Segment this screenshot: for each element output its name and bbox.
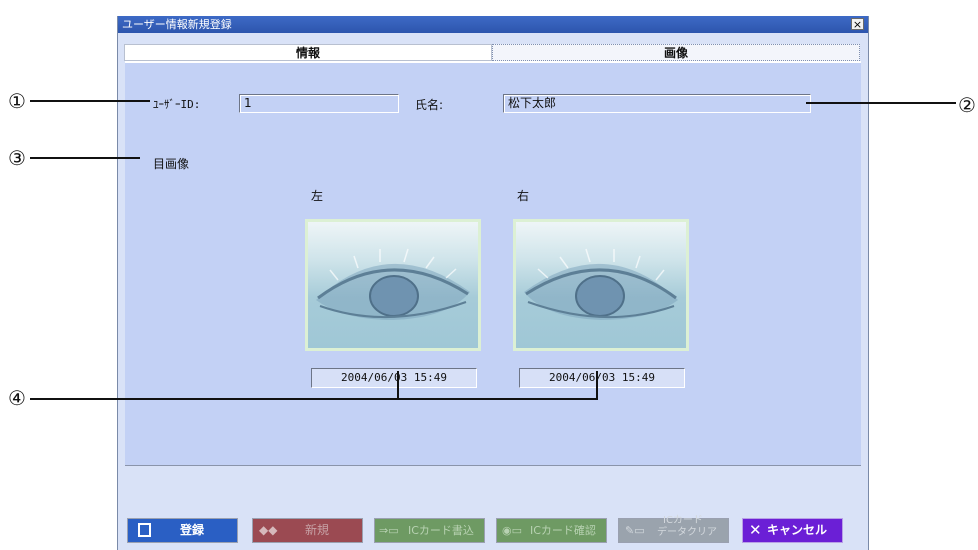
save-icon [138, 523, 151, 537]
close-button[interactable]: × [851, 18, 864, 31]
tab-image[interactable]: 画像 [492, 44, 860, 61]
name-label: 氏名: [415, 98, 444, 112]
annotation-1: ① [8, 89, 26, 113]
diamond-icon: ◆◆ [259, 523, 278, 537]
new-label: 新規 [305, 523, 330, 537]
annotation-4-leader [30, 398, 598, 400]
eye-image-label: 目画像 [153, 157, 190, 171]
eraser-icon: ✎▭ [625, 524, 645, 537]
tab-bar: 情報 画像 [124, 44, 860, 61]
ic-write-label: ICカード書込 [408, 524, 474, 537]
card-write-icon: ⇒▭ [379, 524, 399, 537]
ic-clear-label-2: データクリア [657, 527, 717, 538]
user-id-field[interactable]: 1 [239, 94, 399, 113]
name-field[interactable]: 松下太郎 [503, 94, 811, 113]
cancel-label: キャンセル [767, 523, 828, 537]
ic-write-button[interactable]: ⇒▭ ICカード書込 [374, 518, 485, 543]
left-eye-image [305, 219, 481, 351]
ic-confirm-button[interactable]: ◉▭ ICカード確認 [496, 518, 607, 543]
left-capture-date: 2004/06/03 15:49 [311, 368, 477, 388]
dialog-window: ユーザー情報新規登録 × 情報 画像 ﾕｰｻﾞｰID: 1 氏名: 松下太郎 目… [117, 16, 869, 550]
card-eye-icon: ◉▭ [502, 524, 522, 537]
register-button[interactable]: 登録 [127, 518, 238, 543]
right-capture-date: 2004/06/03 15:49 [519, 368, 685, 388]
annotation-2: ② [958, 93, 976, 117]
title-bar[interactable]: ユーザー情報新規登録 × [118, 16, 868, 33]
image-tab-panel: ﾕｰｻﾞｰID: 1 氏名: 松下太郎 目画像 左 右 2004/06/03 1… [125, 61, 861, 466]
left-eye-label: 左 [311, 189, 324, 203]
register-label: 登録 [180, 523, 205, 537]
new-button[interactable]: ◆◆ 新規 [252, 518, 363, 543]
cancel-button[interactable]: ✕ キャンセル [742, 518, 843, 543]
eye-icon [524, 248, 678, 320]
ic-clear-label-1: ICカード [663, 515, 703, 526]
ic-confirm-label: ICカード確認 [530, 524, 596, 537]
window-title: ユーザー情報新規登録 [122, 18, 232, 31]
annotation-4: ④ [8, 386, 26, 410]
close-x-icon: ✕ [749, 521, 762, 539]
eye-icon [316, 248, 470, 320]
ic-clear-button[interactable]: ✎▭ ICカード データクリア [618, 515, 729, 543]
right-eye-image [513, 219, 689, 351]
annotation-3: ③ [8, 146, 26, 170]
annotation-1-leader [30, 100, 150, 102]
annotation-2-leader [806, 102, 956, 104]
right-eye-label: 右 [517, 189, 530, 203]
annotation-3-leader [30, 157, 140, 159]
annotation-4-branch-left [397, 371, 399, 400]
user-id-label: ﾕｰｻﾞｰID: [153, 98, 201, 111]
tab-info[interactable]: 情報 [124, 44, 492, 61]
annotation-4-branch-right [596, 371, 598, 400]
